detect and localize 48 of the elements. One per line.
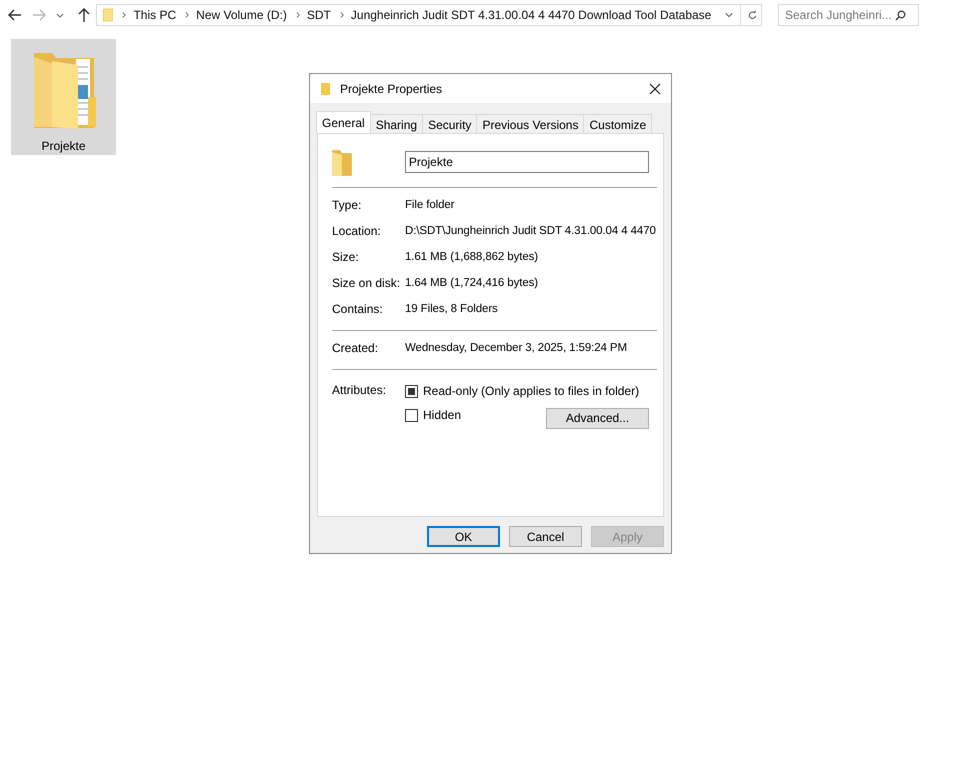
dropdown-icon[interactable] bbox=[725, 12, 734, 18]
close-icon[interactable] bbox=[649, 82, 661, 94]
property-value: 1.64 MB (1,724,416 bytes) bbox=[405, 276, 540, 291]
advanced-button[interactable]: Advanced... bbox=[546, 408, 649, 428]
folder-icon bbox=[332, 148, 352, 176]
property-label: Location: bbox=[332, 223, 382, 239]
property-value: Wednesday, December 3, 2025, 1:59:24 PM bbox=[405, 341, 628, 356]
search-icon bbox=[895, 10, 906, 20]
property-label: Created: bbox=[332, 340, 380, 356]
checkbox-label: Read-only (Only applies to files in folder) bbox=[423, 384, 640, 398]
property-label: Type: bbox=[332, 197, 362, 213]
property-value: 1.61 MB (1,688,862 bytes) bbox=[405, 250, 540, 265]
name-field[interactable]: Projekte bbox=[404, 151, 649, 173]
address-bar[interactable]: This PC New Volume (D:) SDT Jungheinrich Judit SDT 4.31.00.04 4 4470 Download Tool Database bbox=[96, 4, 762, 26]
breadcrumb[interactable]: SDT bbox=[306, 8, 331, 22]
dialog-button[interactable]: Cancel bbox=[509, 526, 582, 547]
breadcrumb[interactable]: Jungheinrich Judit SDT 4.31.00.04 4 4470 Download Tool Database bbox=[350, 8, 712, 22]
tab[interactable]: Security bbox=[422, 114, 478, 133]
search-field[interactable]: Search Jungheinri... bbox=[778, 4, 919, 26]
dialog-title: Projekte Properties bbox=[340, 82, 442, 96]
dialog-button[interactable]: OK bbox=[427, 526, 500, 547]
folder-item[interactable]: Projekte bbox=[11, 39, 116, 155]
back-icon[interactable] bbox=[8, 9, 22, 21]
folder-name: Projekte bbox=[41, 139, 86, 153]
tab[interactable]: Customize bbox=[583, 114, 652, 133]
property-label: Contains: bbox=[332, 301, 384, 317]
property-label: Attributes: bbox=[332, 382, 388, 399]
property-value: 19 Files, 8 Folders bbox=[405, 302, 499, 317]
chevron-icon bbox=[340, 11, 344, 19]
checkbox[interactable] bbox=[405, 408, 418, 422]
chevron-icon bbox=[122, 11, 126, 19]
chevron-icon bbox=[185, 11, 190, 19]
property-label: Size on disk: bbox=[332, 275, 402, 291]
property-value: File folder bbox=[405, 198, 456, 213]
checkbox[interactable] bbox=[405, 384, 418, 398]
breadcrumb[interactable]: This PC bbox=[133, 8, 176, 22]
checkbox-label: Hidden bbox=[423, 408, 462, 422]
tab[interactable]: General bbox=[316, 111, 371, 133]
folder-icon bbox=[103, 7, 114, 23]
chevron-icon bbox=[296, 11, 300, 19]
refresh-icon[interactable] bbox=[748, 9, 758, 21]
property-label: Size: bbox=[332, 249, 360, 265]
dropdown-icon[interactable] bbox=[56, 12, 64, 18]
up-icon[interactable] bbox=[78, 8, 90, 22]
folder-icon bbox=[321, 82, 330, 94]
breadcrumb[interactable]: New Volume (D:) bbox=[196, 8, 287, 22]
tab[interactable]: Sharing bbox=[370, 114, 424, 133]
property-value: D:\SDT\Jungheinrich Judit SDT 4.31.00.04 4 4470 bbox=[405, 224, 657, 239]
